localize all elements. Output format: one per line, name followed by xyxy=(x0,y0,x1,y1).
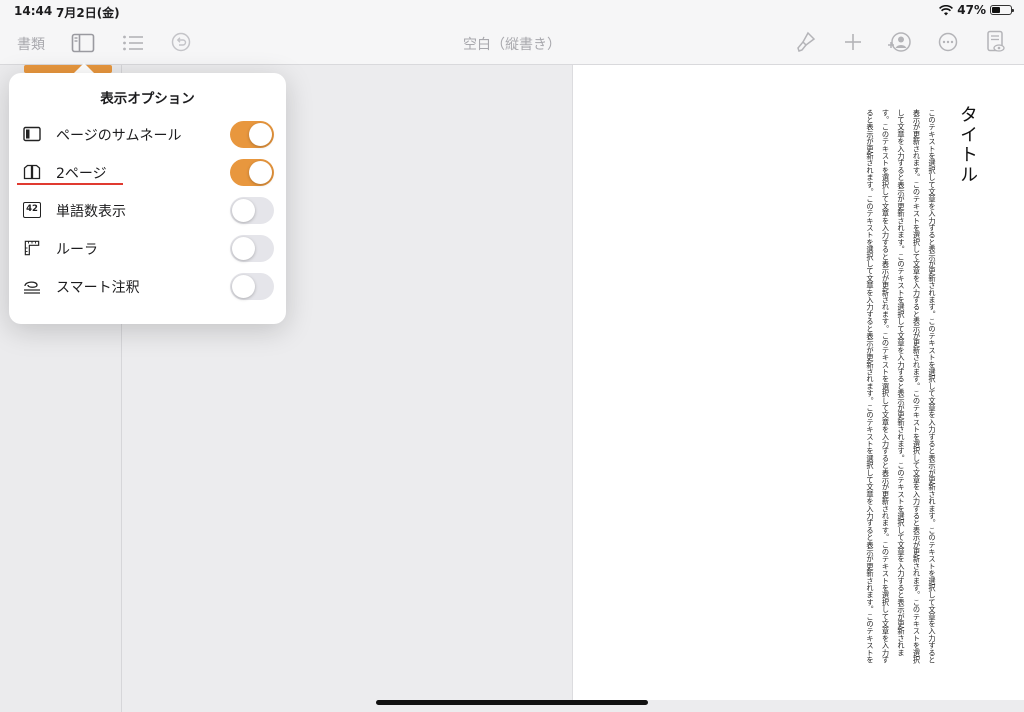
toggle-page-thumbnails[interactable] xyxy=(230,121,274,148)
toggle-knob xyxy=(249,123,272,146)
two-page-icon xyxy=(23,164,41,180)
option-label: ページのサムネール xyxy=(56,128,182,144)
battery-icon xyxy=(990,5,1014,15)
wifi-icon xyxy=(939,4,954,15)
popover-title: 表示オプション xyxy=(100,91,195,107)
status-time: 14:44 xyxy=(14,4,53,18)
toggle-knob xyxy=(232,275,255,298)
document-page[interactable]: タイトル このテキストを選択して文章を入力すると表示が更新されます。このテキスト… xyxy=(572,65,1024,700)
add-icon[interactable] xyxy=(843,32,863,52)
option-label: 単語数表示 xyxy=(56,204,126,220)
reader-view-icon[interactable] xyxy=(986,30,1006,54)
document-heading[interactable]: タイトル xyxy=(954,105,980,185)
option-label: 2ページ xyxy=(56,166,107,182)
toggle-two-pages[interactable] xyxy=(230,159,274,186)
toggle-knob xyxy=(232,237,255,260)
battery-fill xyxy=(992,7,1001,13)
red-underline-annotation xyxy=(17,183,123,185)
option-row-word-count[interactable]: 42 単語数表示 xyxy=(9,192,286,228)
word-count-icon-text: 42 xyxy=(26,204,38,214)
smart-annotation-icon xyxy=(24,281,40,294)
selected-thumbnail[interactable] xyxy=(24,65,112,73)
option-label: スマート注釈 xyxy=(56,280,140,296)
toggle-knob xyxy=(232,199,255,222)
more-icon[interactable] xyxy=(938,32,958,52)
toggle-smart-annotation[interactable] xyxy=(230,273,274,300)
option-row-ruler[interactable]: ルーラ xyxy=(9,230,286,266)
status-bar: 14:44 7月2日(金) 47% xyxy=(0,0,1024,22)
option-row-smart-annotation[interactable]: スマート注釈 xyxy=(9,268,286,304)
battery-percent: 47% xyxy=(957,3,986,17)
option-label: ルーラ xyxy=(56,242,98,258)
option-row-page-thumbnails[interactable]: ページのサムネール xyxy=(9,116,286,152)
ruler-icon xyxy=(24,240,40,256)
toggle-word-count[interactable] xyxy=(230,197,274,224)
toolbar: 書類 空白（縦書き） xyxy=(0,22,1024,65)
home-indicator[interactable] xyxy=(376,700,648,705)
toggle-knob xyxy=(249,161,272,184)
status-right: 47% xyxy=(939,3,1014,17)
sidebar-icon xyxy=(23,126,41,142)
document-title[interactable]: 空白（縦書き） xyxy=(0,34,1024,54)
word-count-icon: 42 xyxy=(23,202,41,218)
document-body-text[interactable]: このテキストを選択して文章を入力すると表示が更新されます。このテキストを選択して… xyxy=(860,109,940,669)
collaborate-icon[interactable] xyxy=(887,31,911,53)
view-options-popover: 表示オプション ページのサムネール 2ページ 42 単語数表示 ルーラ スマート… xyxy=(9,73,286,324)
status-date: 7月2日(金) xyxy=(56,6,120,20)
format-brush-icon[interactable] xyxy=(795,31,817,53)
toggle-ruler[interactable] xyxy=(230,235,274,262)
